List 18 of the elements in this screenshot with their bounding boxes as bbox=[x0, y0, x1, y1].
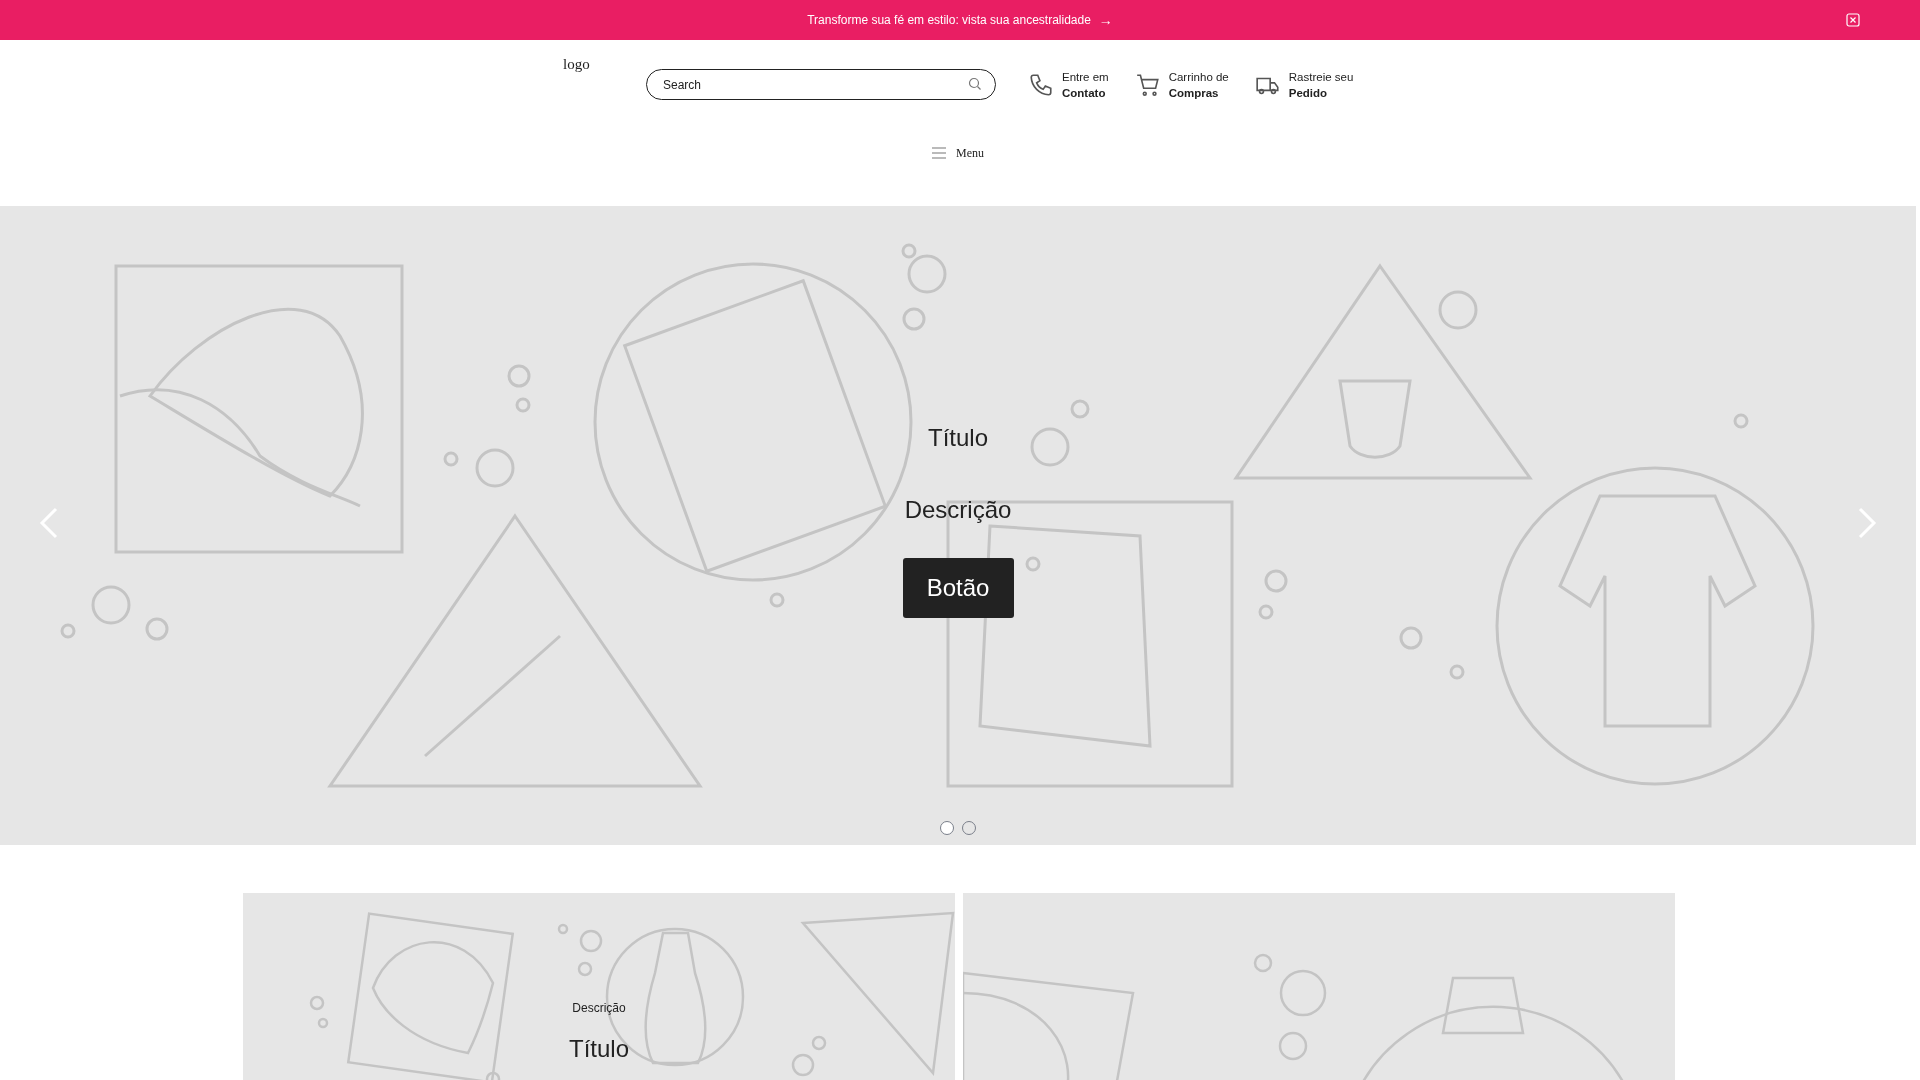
search-icon[interactable] bbox=[968, 77, 982, 91]
menu-button[interactable]: Menu bbox=[932, 143, 984, 163]
header-link[interactable]: Carrinho de Compras bbox=[1134, 68, 1229, 101]
menu-icon bbox=[932, 147, 946, 159]
banner-title: Título bbox=[569, 1035, 629, 1063]
slide-button[interactable]: Botão bbox=[902, 558, 1014, 618]
search-field[interactable]: Search bbox=[646, 69, 996, 100]
slide-title: Título bbox=[928, 424, 988, 452]
logo-image-alt[interactable]: logo bbox=[563, 56, 608, 73]
announcement-link[interactable]: Transforme sua fé em estilo: vista sua ancestralidade bbox=[807, 13, 1091, 27]
slide-description: Descrição bbox=[904, 496, 1012, 524]
phone-icon bbox=[1028, 71, 1054, 98]
announcement-arrow[interactable]: → bbox=[1098, 12, 1113, 28]
header-link[interactable]: Entre em Contato bbox=[1028, 68, 1109, 101]
close-icon[interactable] bbox=[1846, 13, 1860, 27]
banner-description: Descrição bbox=[572, 1001, 626, 1015]
header-link[interactable]: Rastreie seu Pedido bbox=[1254, 68, 1354, 101]
cart-icon bbox=[1134, 71, 1161, 98]
